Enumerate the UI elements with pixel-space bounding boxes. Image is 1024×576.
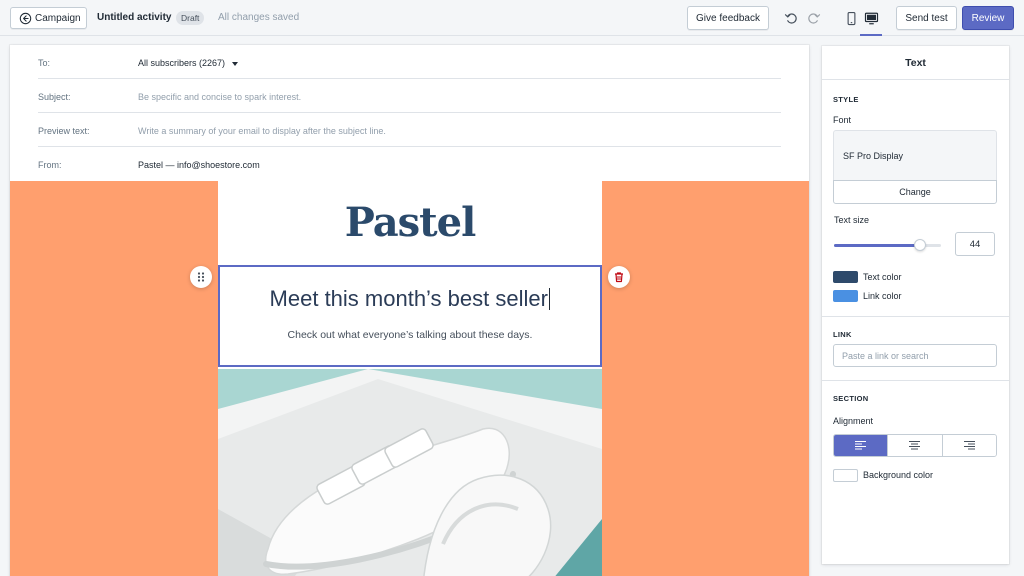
font-label: Font [833,115,852,125]
undo-icon [784,12,797,24]
font-preview: SF Pro Display [833,130,997,180]
email-canvas: Pastel Meet this month’s best seller Che… [10,181,809,576]
text-size-label: Text size [834,215,870,225]
link-heading: LINK [833,330,852,339]
activity-title: Untitled activity [97,12,172,23]
divider [822,316,1009,317]
status-badge: Draft [176,11,205,25]
back-button-label: Campaign [35,12,81,24]
from-row[interactable]: From: Pastel — info@shoestore.com [38,147,781,181]
align-center-icon [909,441,921,450]
link-color-label: Link color [863,291,902,301]
text-settings-panel: Text STYLE Font SF Pro Display Change Te… [822,46,1009,564]
headline-content: Meet this month’s best seller [269,286,548,311]
from-value[interactable]: Pastel — info@shoestore.com [138,160,260,170]
to-row[interactable]: To: All subscribers (2267) [38,45,781,79]
product-image[interactable] [218,369,602,576]
send-test-button[interactable]: Send test [896,6,957,30]
back-to-campaign-button[interactable]: Campaign [10,7,87,29]
redo-button[interactable] [804,9,822,27]
email-body: Pastel Meet this month’s best seller Che… [218,181,602,576]
text-cursor [548,288,551,310]
to-label: To: [38,58,51,68]
change-font-button[interactable]: Change [833,180,997,204]
recipient-value: All subscribers (2267) [138,58,226,68]
align-left-icon [855,441,867,450]
redo-icon [807,12,820,24]
drag-handle-button[interactable] [190,266,212,288]
font-name: SF Pro Display [843,151,904,161]
mobile-view-button[interactable] [842,9,860,27]
recipient-select[interactable]: All subscribers (2267) [138,58,239,68]
give-feedback-button[interactable]: Give feedback [687,6,769,30]
section-heading: SECTION [833,394,869,403]
text-color-label: Text color [863,272,902,282]
link-input[interactable]: Paste a link or search [833,344,997,367]
drag-handle-icon [197,272,205,282]
text-size-slider[interactable] [834,239,941,251]
slider-thumb[interactable] [913,239,926,251]
slider-fill [834,244,920,247]
desktop-view-icon [864,12,878,24]
background-color-label: Background color [863,470,934,480]
align-right-button[interactable] [942,435,996,456]
panel-title: Text [822,46,1009,80]
align-left-button[interactable] [834,435,889,456]
delete-block-button[interactable] [608,266,630,288]
alignment-label: Alignment [833,416,874,426]
selected-text-block[interactable]: Meet this month’s best seller Check out … [218,265,602,367]
preview-text-label: Preview text: [38,126,90,136]
active-view-indicator [860,34,882,36]
brand-logo[interactable]: Pastel [218,199,602,246]
subject-label: Subject: [38,92,71,102]
background-color-swatch[interactable] [833,469,858,482]
headline-text[interactable]: Meet this month’s best seller [220,286,600,312]
text-size-input[interactable]: 44 [955,232,995,256]
preview-text-row[interactable]: Preview text: Write a summary of your em… [38,113,781,147]
from-label: From: [38,160,62,170]
text-color-swatch[interactable] [833,271,858,283]
align-right-icon [963,441,975,450]
alignment-button-group [833,434,997,457]
subject-input[interactable]: Be specific and concise to spark interes… [138,92,301,102]
desktop-view-button[interactable] [862,9,880,27]
save-status: All changes saved [218,12,300,23]
arrow-left-circle-icon [19,12,32,24]
align-center-button[interactable] [888,435,943,456]
mobile-view-icon [847,11,855,25]
style-heading: STYLE [833,95,859,104]
trash-icon [615,272,623,283]
preview-text-input[interactable]: Write a summary of your email to display… [138,126,386,136]
subject-row[interactable]: Subject: Be specific and concise to spar… [38,79,781,113]
divider [822,380,1009,381]
caret-down-icon [232,61,239,66]
subheadline-text[interactable]: Check out what everyone’s talking about … [220,329,600,341]
sneaker-photo [218,369,602,576]
email-editor: To: All subscribers (2267) Subject: Be s… [10,45,809,576]
link-color-swatch[interactable] [833,290,858,302]
undo-button[interactable] [782,9,800,27]
top-bar: Campaign Untitled activity Draft All cha… [0,0,1024,36]
review-button[interactable]: Review [962,6,1014,30]
